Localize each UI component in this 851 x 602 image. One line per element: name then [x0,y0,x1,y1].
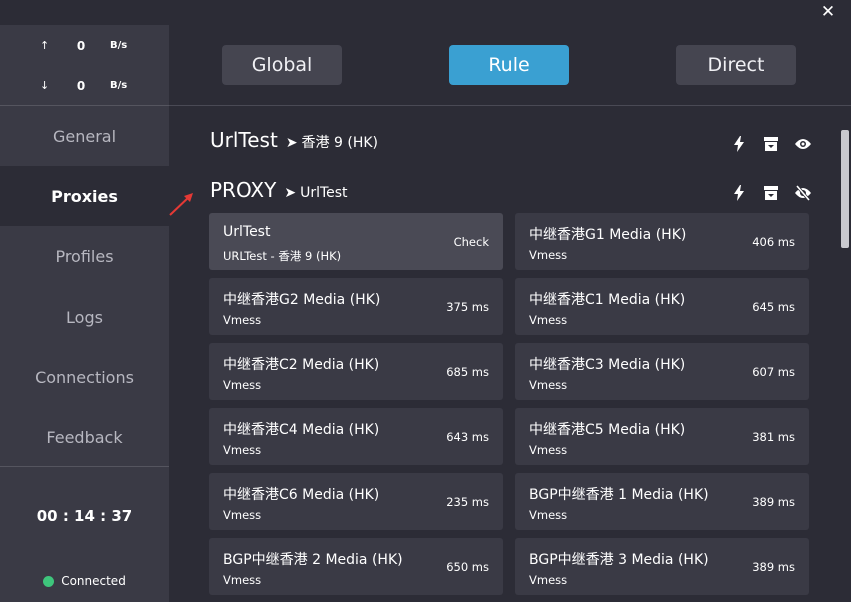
arrow-right-icon: ➤ [284,185,297,201]
proxy-card[interactable]: BGP中继香港 1 Media (HK) Vmess 389 ms [515,473,809,530]
sidebar-item-general[interactable]: General [0,106,169,166]
group-urltest-header[interactable]: UrlTest ➤ 香港 9 (HK) [210,128,378,152]
proxy-card[interactable]: 中继香港G1 Media (HK) Vmess 406 ms [515,213,809,270]
proxy-delay: 645 ms [752,300,795,314]
download-value: 0 [76,79,86,93]
sidebar-item-feedback[interactable]: Feedback [0,407,169,467]
proxy-check-button[interactable]: Check [454,235,489,249]
sidebar-item-profiles[interactable]: Profiles [0,226,169,286]
proxy-name: 中继香港C2 Media (HK) [223,357,380,373]
proxy-card[interactable]: 中继香港C6 Media (HK) Vmess 235 ms [209,473,503,530]
download-speed: ↓ 0 B/s [0,77,169,97]
eye-off-icon[interactable] [794,184,812,202]
mode-direct-button[interactable]: Direct [676,45,796,85]
mode-divider [169,105,851,106]
proxy-delay: 381 ms [752,430,795,444]
proxy-name: UrlTest [223,224,271,240]
sidebar-item-logs[interactable]: Logs [0,287,169,347]
eye-icon[interactable] [794,135,812,153]
proxy-name: BGP中继香港 3 Media (HK) [529,552,709,568]
sidebar-item-proxies[interactable]: Proxies [0,166,169,226]
bolt-icon[interactable] [730,135,748,153]
group-selected: 香港 9 (HK) [301,135,378,151]
title-bar: ✕ [0,0,851,25]
group-proxy-header[interactable]: PROXY ➤ UrlTest [210,178,348,202]
proxy-delay: 685 ms [446,365,489,379]
proxy-name: 中继香港C1 Media (HK) [529,292,686,308]
proxy-type: Vmess [529,443,568,457]
proxy-card[interactable]: BGP中继香港 2 Media (HK) Vmess 650 ms [209,538,503,595]
sidebar: ↑ 0 B/s ↓ 0 B/s General Proxies Profiles… [0,25,169,602]
proxy-card[interactable]: UrlTest URLTest - 香港 9 (HK) Check [209,213,503,270]
status-dot-icon [43,575,55,587]
status-label: Connected [61,574,126,588]
scrollbar-thumb[interactable] [841,130,849,248]
proxy-delay: 375 ms [446,300,489,314]
connection-status: Connected [0,574,169,588]
close-icon[interactable]: ✕ [819,3,837,21]
download-arrow-icon: ↓ [40,79,50,92]
sidebar-divider [0,466,169,467]
proxy-delay: 235 ms [446,495,489,509]
proxy-type: Vmess [529,508,568,522]
sidebar-item-connections[interactable]: Connections [0,347,169,407]
proxy-name: 中继香港G1 Media (HK) [529,227,687,243]
proxies-panel: Global Rule Direct UrlTest ➤ 香港 9 (HK) P… [169,25,851,602]
archive-icon[interactable] [762,184,780,202]
upload-speed: ↑ 0 B/s [0,37,169,57]
download-unit: B/s [110,80,128,91]
upload-arrow-icon: ↑ [40,39,50,52]
mode-global-button[interactable]: Global [222,45,342,85]
group-proxy-actions [730,184,812,202]
proxy-delay: 643 ms [446,430,489,444]
proxy-card[interactable]: 中继香港C4 Media (HK) Vmess 643 ms [209,408,503,465]
proxy-type: Vmess [223,443,262,457]
proxy-card[interactable]: 中继香港C3 Media (HK) Vmess 607 ms [515,343,809,400]
uptime-timer: 00 : 14 : 37 [36,507,133,525]
proxy-delay: 389 ms [752,560,795,574]
proxy-card[interactable]: 中继香港C2 Media (HK) Vmess 685 ms [209,343,503,400]
proxy-name: 中继香港C4 Media (HK) [223,422,380,438]
arrow-right-icon: ➤ [285,135,298,151]
proxy-delay: 650 ms [446,560,489,574]
mode-switcher: Global Rule Direct [169,25,851,105]
proxy-type: Vmess [529,573,568,587]
annotation-arrow-icon [169,193,193,216]
proxy-delay: 607 ms [752,365,795,379]
proxy-type: Vmess [223,313,262,327]
group-selected: UrlTest [300,185,348,201]
proxy-type: Vmess [529,313,568,327]
proxy-card[interactable]: BGP中继香港 3 Media (HK) Vmess 389 ms [515,538,809,595]
proxy-card[interactable]: 中继香港C1 Media (HK) Vmess 645 ms [515,278,809,335]
proxy-type: Vmess [223,378,262,392]
proxy-name: 中继香港C6 Media (HK) [223,487,380,503]
archive-icon[interactable] [762,135,780,153]
proxy-name: BGP中继香港 1 Media (HK) [529,487,709,503]
proxy-card[interactable]: 中继香港G2 Media (HK) Vmess 375 ms [209,278,503,335]
traffic-panel: ↑ 0 B/s ↓ 0 B/s [0,25,169,105]
mode-rule-button[interactable]: Rule [449,45,569,85]
proxy-type: Vmess [529,378,568,392]
group-name: UrlTest [210,128,278,152]
proxy-type: Vmess [529,248,568,262]
group-name: PROXY [210,178,277,202]
proxy-name: 中继香港G2 Media (HK) [223,292,381,308]
proxy-type: Vmess [223,573,262,587]
upload-value: 0 [76,39,86,53]
proxy-delay: 389 ms [752,495,795,509]
proxy-type: Vmess [223,508,262,522]
group-urltest-actions [730,135,812,153]
proxy-name: 中继香港C5 Media (HK) [529,422,686,438]
proxy-card[interactable]: 中继香港C5 Media (HK) Vmess 381 ms [515,408,809,465]
proxy-name: BGP中继香港 2 Media (HK) [223,552,403,568]
proxy-delay: 406 ms [752,235,795,249]
bolt-icon[interactable] [730,184,748,202]
upload-unit: B/s [110,40,128,51]
proxy-type: URLTest - 香港 9 (HK) [223,249,342,263]
proxy-name: 中继香港C3 Media (HK) [529,357,686,373]
